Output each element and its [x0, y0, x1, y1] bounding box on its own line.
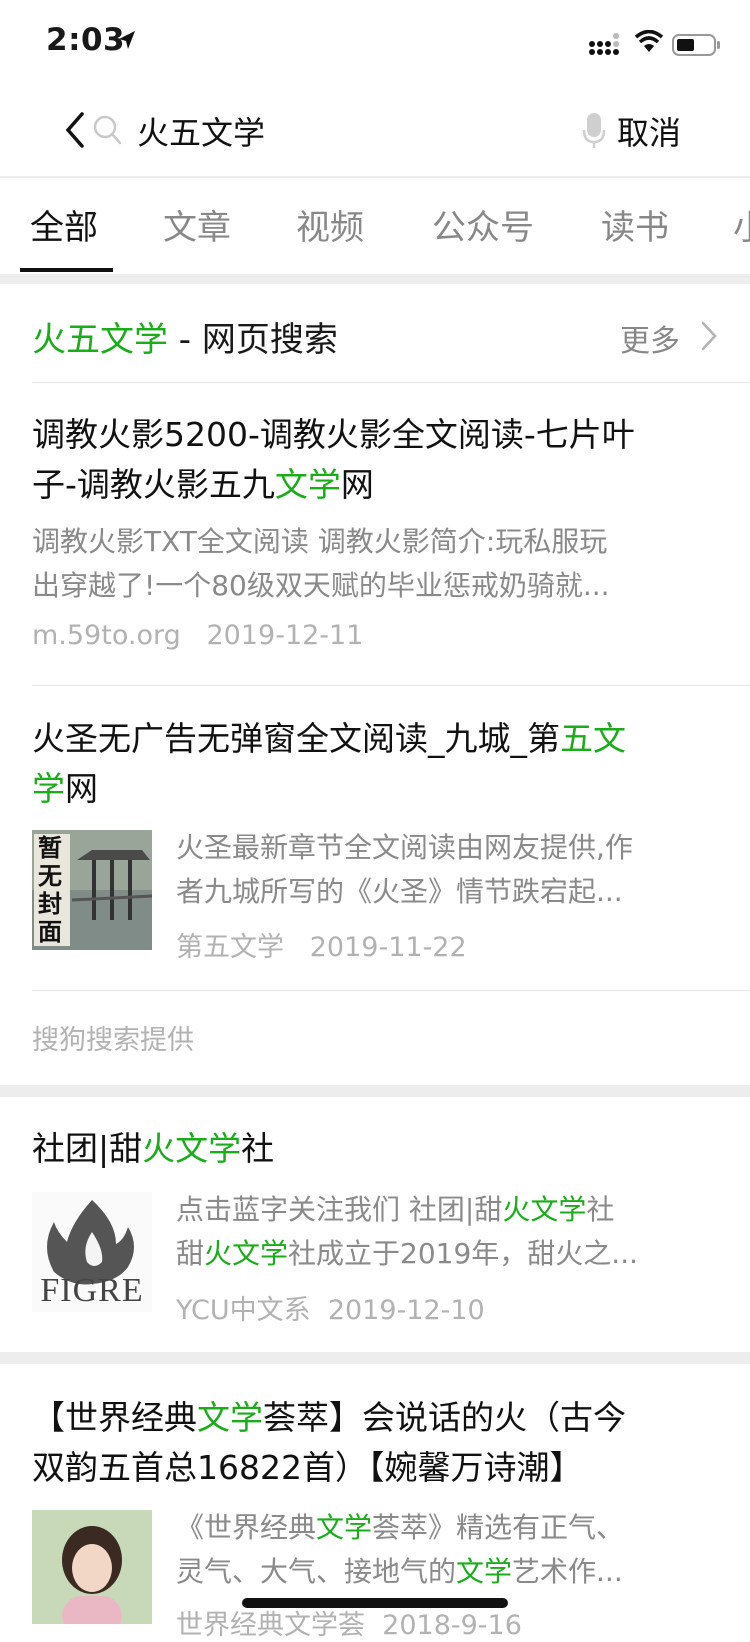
article-date: 2018-9-16	[382, 1610, 522, 1641]
tab-bar: 全部 文章 视频 公众号 读书 小	[0, 178, 750, 274]
result-source: m.59to.org	[32, 620, 181, 651]
result-title[interactable]: 调教火影5200-调教火影全文阅读-七片叶 子-调教火影五九文学网	[32, 410, 722, 510]
divider	[32, 685, 750, 686]
section-gap	[0, 274, 750, 284]
tab-reading[interactable]: 读书	[601, 200, 669, 249]
wifi-icon	[634, 30, 664, 52]
article-title[interactable]: 【世界经典文学荟萃】会说话的火（古今 双韵五首总16822首）【婉馨万诗潮】	[32, 1393, 722, 1493]
location-arrow-icon	[119, 31, 135, 49]
more-link[interactable]: 更多	[620, 316, 680, 360]
article-meta: 世界经典文学荟 2018-9-16	[176, 1603, 522, 1642]
tab-articles[interactable]: 文章	[163, 200, 231, 249]
thumbnail-caption: FIGRE	[40, 1272, 144, 1309]
article-title[interactable]: 社团|甜火文学社	[32, 1124, 722, 1174]
chevron-right-icon[interactable]	[700, 320, 718, 352]
web-search-section-title: 火五文学 - 网页搜索	[32, 320, 338, 360]
microphone-icon[interactable]	[582, 112, 606, 150]
active-tab-indicator	[20, 268, 113, 272]
search-icon	[93, 115, 122, 145]
article-date: 2019-12-10	[327, 1295, 485, 1326]
cancel-button[interactable]: 取消	[617, 108, 681, 154]
result-meta: 第五文学 2019-11-22	[176, 925, 467, 964]
battery-icon	[672, 34, 720, 56]
article-thumbnail[interactable]	[32, 1510, 152, 1624]
article-source: YCU中文系	[176, 1295, 311, 1326]
provider-note: 搜狗搜索提供	[32, 1025, 194, 1056]
status-bar: 2:03	[0, 0, 750, 88]
home-indicator[interactable]	[242, 1598, 508, 1608]
result-meta: m.59to.org 2019-12-11	[32, 620, 363, 651]
search-bar: 火五文学 取消	[0, 88, 750, 176]
back-chevron-icon[interactable]	[62, 110, 92, 150]
result-description: 火圣最新章节全文阅读由网友提供,作 者九城所写的《火圣》情节跌宕起...	[176, 831, 633, 908]
article-description: 点击蓝字关注我们 社团|甜火文学社 甜火文学社成立于2019年，甜火之...	[176, 1193, 638, 1270]
tab-more-partial[interactable]: 小	[733, 200, 750, 249]
article-description: 《世界经典文学荟萃》精选有正气、 灵气、大气、接地气的文学艺术作...	[176, 1511, 625, 1588]
search-input[interactable]: 火五文学	[137, 108, 265, 154]
portrait-image	[32, 1510, 152, 1624]
result-date: 2019-11-22	[309, 932, 467, 963]
divider	[32, 382, 750, 383]
article-meta: YCU中文系 2019-12-10	[176, 1288, 485, 1327]
result-source: 第五文学	[176, 932, 284, 963]
result-date: 2019-12-11	[206, 620, 364, 651]
result-description: 调教火影TXT全文阅读 调教火影简介:玩私服玩 出穿越了!一个80级双天赋的毕业…	[32, 525, 610, 602]
tab-official-accounts[interactable]: 公众号	[432, 200, 534, 249]
thumbnail-caption: 暂无封面	[38, 834, 62, 946]
article-thumbnail[interactable]: FIGRE	[32, 1192, 152, 1312]
tab-all[interactable]: 全部	[30, 200, 98, 249]
section-gap	[0, 1085, 750, 1097]
tab-videos[interactable]: 视频	[296, 200, 364, 249]
cellular-signal-icon	[589, 33, 619, 55]
section-gap	[0, 1352, 750, 1364]
divider	[32, 990, 750, 991]
article-source: 世界经典文学荟	[176, 1610, 365, 1641]
status-time: 2:03	[46, 22, 126, 58]
result-title[interactable]: 火圣无广告无弹窗全文阅读_九城_第五文 学网	[32, 714, 722, 814]
result-thumbnail[interactable]: 暂无封面	[32, 830, 152, 950]
